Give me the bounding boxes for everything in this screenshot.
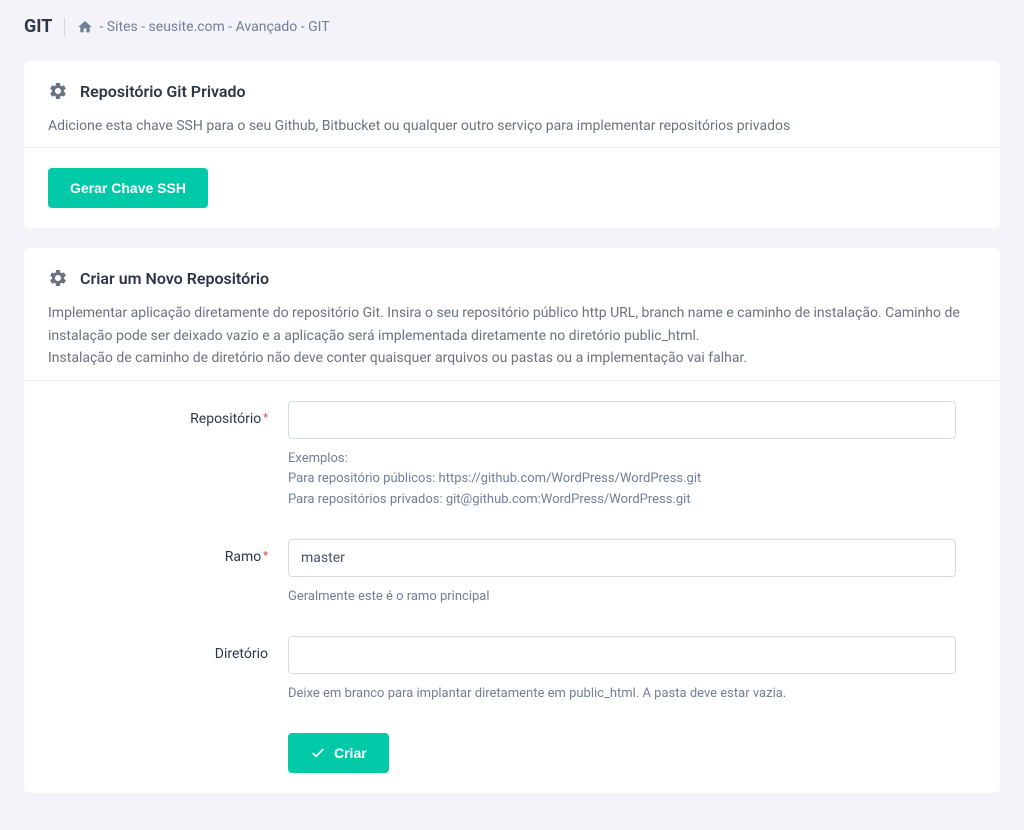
- directory-hint: Deixe em branco para implantar diretamen…: [288, 684, 956, 705]
- card-header: Repositório Git Privado: [48, 81, 976, 101]
- repository-hint: Exemplos: Para repositório públicos: htt…: [288, 449, 956, 511]
- generate-ssh-key-button[interactable]: Gerar Chave SSH: [48, 168, 208, 208]
- directory-label: Diretório: [48, 636, 288, 705]
- required-indicator: *: [263, 411, 268, 424]
- branch-control: Geralmente este é o ramo principal: [288, 539, 976, 608]
- submit-spacer: [48, 733, 288, 773]
- branch-hint: Geralmente este é o ramo principal: [288, 587, 956, 608]
- repository-field-row: Repositório* Exemplos: Para repositório …: [48, 401, 976, 511]
- private-repo-description: Adicione esta chave SSH para o seu Githu…: [48, 115, 976, 137]
- create-button[interactable]: Criar: [288, 733, 389, 773]
- home-icon: [77, 19, 93, 35]
- card-divider: [24, 147, 1000, 148]
- new-repo-title: Criar um Novo Repositório: [80, 269, 269, 288]
- gear-icon: [48, 81, 68, 101]
- repo-hint-line1: Para repositório públicos: https://githu…: [288, 471, 701, 486]
- new-repo-description: Implementar aplicação diretamente do rep…: [48, 302, 976, 369]
- submit-row: Criar: [48, 733, 976, 773]
- new-repo-card: Criar um Novo Repositório Implementar ap…: [24, 248, 1000, 792]
- repo-hint-line2: Para repositórios privados: git@github.c…: [288, 492, 691, 507]
- page-header: GIT - Sites - seusite.com - Avançado - G…: [0, 0, 1024, 53]
- new-repo-desc-line2: Instalação de caminho de diretório não d…: [48, 350, 747, 366]
- repository-input[interactable]: [288, 401, 956, 439]
- branch-field-row: Ramo* Geralmente este é o ramo principal: [48, 539, 976, 608]
- card-divider: [24, 380, 1000, 381]
- private-repo-title: Repositório Git Privado: [80, 82, 246, 101]
- repository-control: Exemplos: Para repositório públicos: htt…: [288, 401, 976, 511]
- generate-ssh-key-label: Gerar Chave SSH: [70, 180, 186, 196]
- repository-label-text: Repositório: [190, 411, 261, 427]
- directory-label-text: Diretório: [215, 646, 268, 662]
- breadcrumb-text: - Sites - seusite.com - Avançado - GIT: [99, 19, 329, 35]
- header-separator: [64, 18, 65, 36]
- create-button-label: Criar: [334, 745, 367, 761]
- repo-hint-title: Exemplos:: [288, 451, 348, 466]
- private-repo-card: Repositório Git Privado Adicione esta ch…: [24, 61, 1000, 228]
- required-indicator: *: [263, 549, 268, 562]
- gear-icon: [48, 268, 68, 288]
- directory-field-row: Diretório Deixe em branco para implantar…: [48, 636, 976, 705]
- directory-input[interactable]: [288, 636, 956, 674]
- page-title: GIT: [24, 16, 52, 37]
- directory-control: Deixe em branco para implantar diretamen…: [288, 636, 976, 705]
- card-header: Criar um Novo Repositório: [48, 268, 976, 288]
- branch-label-text: Ramo: [225, 549, 262, 565]
- repository-label: Repositório*: [48, 401, 288, 511]
- branch-input[interactable]: [288, 539, 956, 577]
- new-repo-desc-line1: Implementar aplicação diretamente do rep…: [48, 305, 960, 343]
- check-icon: [310, 745, 326, 761]
- breadcrumb[interactable]: - Sites - seusite.com - Avançado - GIT: [77, 19, 329, 35]
- branch-label: Ramo*: [48, 539, 288, 608]
